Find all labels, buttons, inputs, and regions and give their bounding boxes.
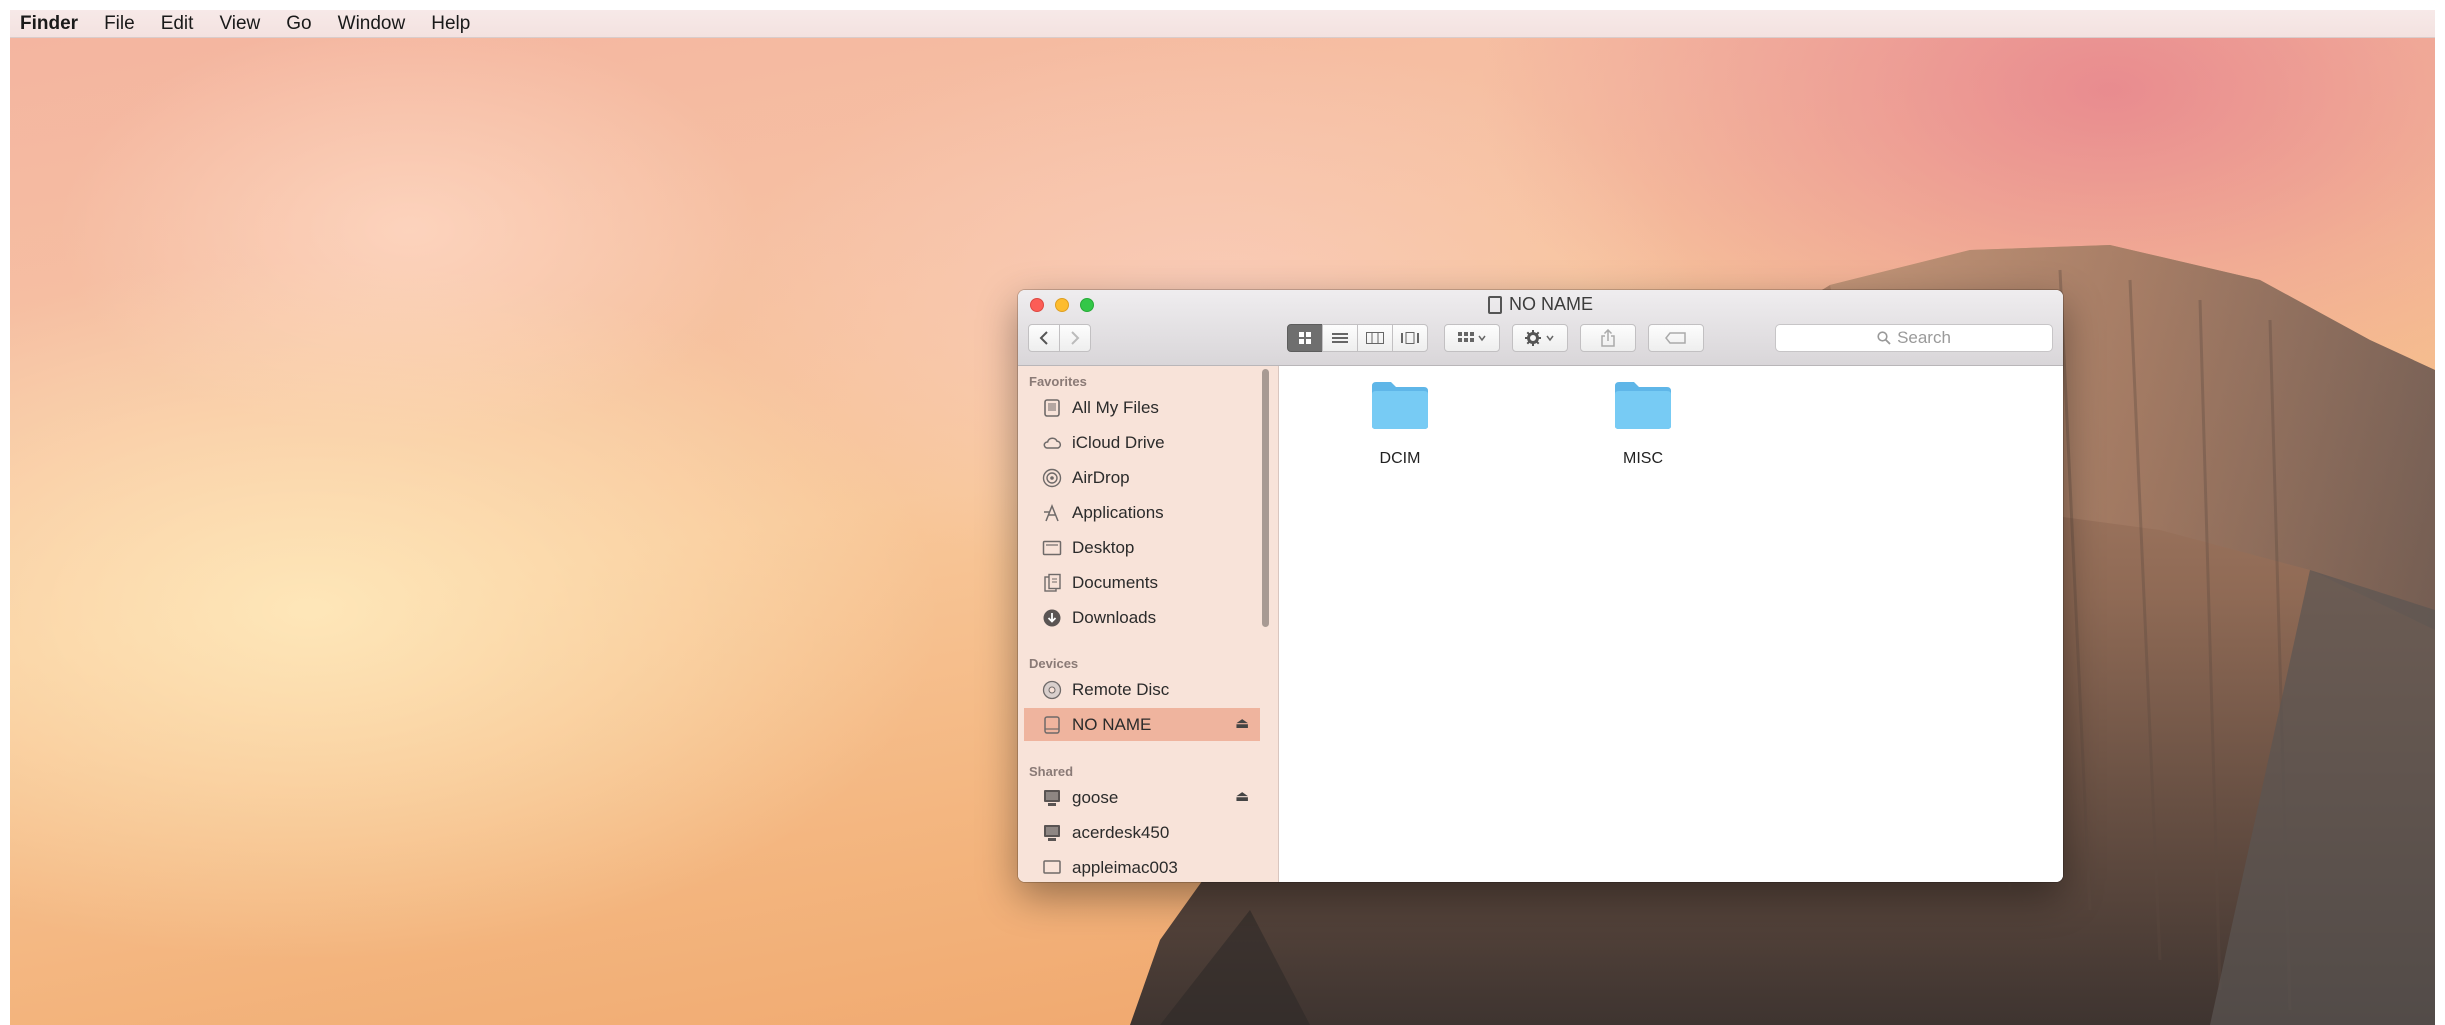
gear-icon: [1525, 330, 1554, 346]
downloads-icon: [1043, 609, 1061, 627]
sidebar-section-devices: Devices: [1029, 656, 1079, 671]
list-view-button[interactable]: [1322, 324, 1358, 352]
menu-finder[interactable]: Finder: [20, 13, 78, 35]
folder-name: MISC: [1623, 450, 1663, 467]
back-button[interactable]: [1028, 324, 1060, 352]
sidebar-item-label: Downloads: [1072, 608, 1157, 627]
folder-icon: [1615, 382, 1671, 429]
sidebar-item-label: Desktop: [1072, 538, 1135, 557]
menu-go[interactable]: Go: [286, 13, 311, 35]
sidebar-item-label: iCloud Drive: [1072, 433, 1165, 452]
documents-icon: [1044, 573, 1061, 592]
sidebar-item-label: goose: [1072, 788, 1119, 807]
folder-item[interactable]: DCIM: [1340, 380, 1460, 470]
cloud-icon: [1043, 437, 1062, 449]
menu-view[interactable]: View: [219, 13, 260, 35]
sidebar-item-label: Documents: [1072, 573, 1158, 592]
drive-icon: [1487, 295, 1502, 314]
sidebar-item-all-my-files[interactable]: All My Files: [1018, 391, 1258, 424]
desktop-icon: [1042, 540, 1062, 556]
finder-window: NO NAME Search Favorites All My Files iC…: [1018, 290, 2063, 882]
list-icon: [1332, 333, 1348, 343]
sidebar-item-acerdesk450[interactable]: acerdesk450: [1018, 816, 1258, 849]
sidebar-item-remote-disc[interactable]: Remote Disc: [1018, 673, 1258, 706]
window-title: NO NAME: [1018, 294, 2063, 315]
monitor-icon: [1043, 860, 1061, 874]
tags-button[interactable]: [1648, 324, 1704, 352]
airdrop-icon: [1042, 468, 1062, 488]
sidebar-scrollbar[interactable]: [1262, 369, 1269, 627]
icon-view-button[interactable]: [1287, 324, 1323, 352]
chevron-right-icon: [1071, 331, 1080, 345]
tag-icon: [1665, 332, 1686, 344]
sidebar-item-goose[interactable]: goose ⏏: [1018, 781, 1258, 814]
disc-icon: [1042, 680, 1062, 700]
folder-icon: [1372, 382, 1428, 429]
columns-icon: [1366, 332, 1384, 344]
grid-icon: [1299, 332, 1311, 344]
sidebar-item-label: acerdesk450: [1072, 823, 1170, 842]
share-icon: [1601, 329, 1615, 347]
window-toolbar[interactable]: NO NAME Search: [1018, 290, 2063, 366]
sidebar-section-favorites: Favorites: [1029, 374, 1087, 389]
sidebar-section-shared: Shared: [1029, 764, 1074, 779]
arrange-button[interactable]: [1444, 324, 1500, 352]
menu-edit[interactable]: Edit: [161, 13, 194, 35]
sidebar-item-label: AirDrop: [1072, 468, 1130, 487]
menu-bar: Finder File Edit View Go Window Help: [10, 10, 2435, 38]
sidebar-item-label: Applications: [1072, 503, 1164, 522]
sidebar-item-icloud-drive[interactable]: iCloud Drive: [1018, 426, 1258, 459]
forward-button[interactable]: [1059, 324, 1091, 352]
cover-flow-view-button[interactable]: [1392, 324, 1428, 352]
eject-icon[interactable]: ⏏: [1235, 787, 1249, 805]
sidebar-item-label: Remote Disc: [1072, 680, 1170, 699]
sidebar-item-downloads[interactable]: Downloads: [1018, 601, 1258, 634]
sidebar-item-desktop[interactable]: Desktop: [1018, 531, 1258, 564]
sidebar-item-no-name[interactable]: NO NAME ⏏: [1024, 708, 1260, 741]
applications-icon: [1044, 503, 1059, 522]
all-files-icon: [1044, 399, 1060, 417]
sidebar-item-label: appleimac003: [1072, 858, 1178, 877]
file-browser-content[interactable]: DCIM MISC: [1280, 366, 2063, 882]
column-view-button[interactable]: [1357, 324, 1393, 352]
share-button[interactable]: [1580, 324, 1636, 352]
sidebar: Favorites All My Files iCloud Drive AirD…: [1018, 366, 1279, 882]
chevron-left-icon: [1039, 331, 1048, 345]
arrange-icon: [1458, 332, 1486, 342]
folder-name: DCIM: [1379, 450, 1421, 467]
sidebar-item-label: All My Files: [1072, 398, 1159, 417]
search-icon: [1877, 331, 1891, 345]
menu-file[interactable]: File: [104, 13, 135, 35]
menu-window[interactable]: Window: [338, 13, 406, 35]
sidebar-item-applications[interactable]: Applications: [1018, 496, 1258, 529]
computer-icon: [1044, 790, 1060, 806]
sidebar-item-documents[interactable]: Documents: [1018, 566, 1258, 599]
sidebar-item-airdrop[interactable]: AirDrop: [1018, 461, 1258, 494]
cover-flow-icon: [1401, 332, 1419, 344]
search-placeholder: Search: [1897, 328, 1951, 347]
sidebar-item-label: NO NAME: [1072, 715, 1152, 734]
computer-icon: [1044, 825, 1060, 841]
menu-help[interactable]: Help: [431, 13, 470, 35]
sidebar-item-appleimac003[interactable]: appleimac003: [1018, 851, 1258, 882]
window-title-text: NO NAME: [1508, 294, 1593, 314]
search-field[interactable]: Search: [1775, 324, 2053, 352]
eject-icon[interactable]: ⏏: [1235, 714, 1249, 732]
folder-item[interactable]: MISC: [1583, 380, 1703, 470]
drive-icon: [1044, 716, 1060, 734]
action-button[interactable]: [1512, 324, 1568, 352]
